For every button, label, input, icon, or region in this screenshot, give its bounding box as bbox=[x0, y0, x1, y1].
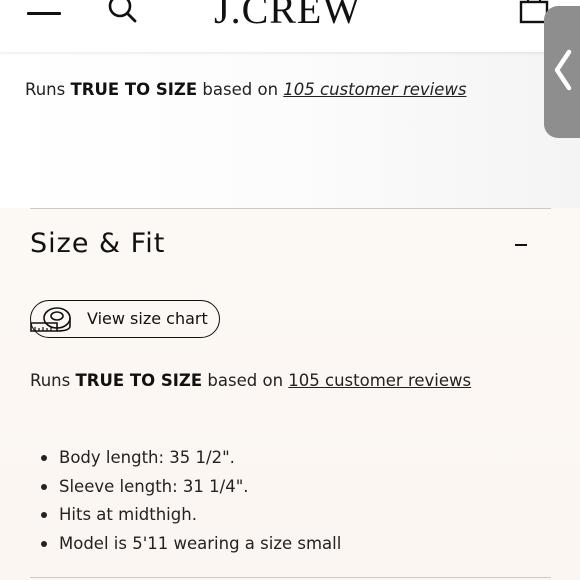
detail-text: Body length: 35 1/2". bbox=[59, 448, 235, 467]
menu-bar bbox=[27, 12, 61, 15]
list-item: Body length: 35 1/2". bbox=[30, 448, 341, 477]
bullet bbox=[41, 512, 47, 518]
side-panel-toggle[interactable] bbox=[544, 6, 580, 138]
fit-value: TRUE TO SIZE bbox=[70, 80, 198, 99]
measuring-tape-icon bbox=[30, 307, 71, 332]
size-fit-section: Size & Fit View size chart Runs TRUE TO … bbox=[0, 208, 580, 580]
reviews-link[interactable]: 105 customer reviews bbox=[288, 371, 471, 390]
detail-text: Model is 5'11 wearing a size small bbox=[59, 533, 342, 553]
reviews-link[interactable]: 105 customer reviews bbox=[283, 80, 466, 99]
collapse-button[interactable] bbox=[515, 244, 527, 246]
fit-summary: Runs TRUE TO SIZE based on 105 customer … bbox=[30, 371, 471, 390]
fit-middle: based on bbox=[202, 80, 279, 99]
site-header: J.CREW bbox=[0, 0, 580, 52]
search-icon[interactable] bbox=[106, 0, 140, 24]
hamburger-menu-icon[interactable] bbox=[27, 0, 63, 20]
fit-summary-top: Runs TRUE TO SIZE based on 105 customer … bbox=[25, 80, 467, 99]
fit-details-list: Body length: 35 1/2". Sleeve length: 31 … bbox=[30, 448, 341, 562]
section-divider bbox=[30, 208, 551, 209]
view-size-chart-button[interactable]: View size chart bbox=[30, 300, 220, 338]
size-fit-heading: Size & Fit bbox=[30, 228, 166, 259]
list-item: Hits at midthigh. bbox=[30, 505, 341, 534]
chevron-left-icon bbox=[554, 49, 572, 91]
detail-text: Sleeve length: 31 1/4". bbox=[59, 476, 249, 496]
reviews-summary-area: Runs TRUE TO SIZE based on 105 customer … bbox=[0, 52, 580, 208]
fit-prefix: Runs bbox=[25, 80, 66, 99]
fit-value: TRUE TO SIZE bbox=[75, 371, 203, 390]
size-chart-label: View size chart bbox=[87, 309, 208, 328]
bullet bbox=[41, 483, 47, 490]
list-item: Sleeve length: 31 1/4". bbox=[30, 477, 341, 506]
list-item: Model is 5'11 wearing a size small bbox=[30, 534, 341, 563]
bullet bbox=[41, 455, 47, 461]
bullet bbox=[41, 540, 47, 547]
jcrew-logo[interactable]: J.CREW bbox=[214, 0, 361, 33]
fit-middle: based on bbox=[207, 371, 284, 390]
section-divider bbox=[30, 577, 551, 578]
detail-text: Hits at midthigh. bbox=[59, 505, 197, 524]
fit-prefix: Runs bbox=[30, 371, 71, 390]
